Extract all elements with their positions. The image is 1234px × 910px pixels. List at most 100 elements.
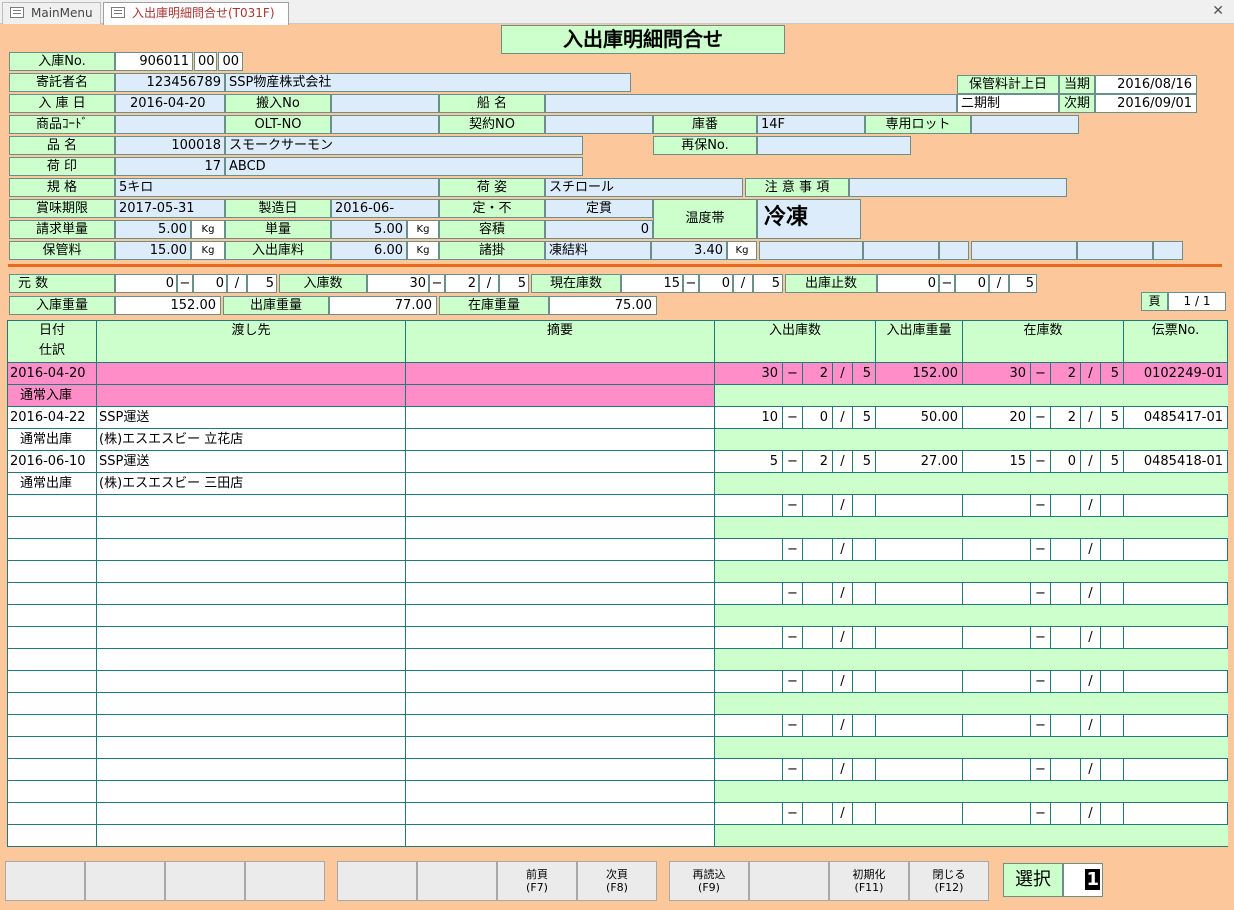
table-row[interactable]: − / − / [8, 539, 1228, 561]
table-row[interactable]: − / − / [8, 759, 1228, 781]
dest-cell [97, 627, 406, 648]
table-row[interactable]: 2016-04-20 30−2/5 152.00 30−2/5 0102249-01 [8, 363, 1228, 385]
page-title: 入出庫明細問合せ [501, 25, 785, 54]
table-row[interactable]: − / − / [8, 803, 1228, 825]
btn-blank-4[interactable] [245, 861, 325, 901]
table-row[interactable]: 2016-06-10 SSP運送 5−2/5 27.00 15−0/5 0485418-0… [8, 451, 1228, 473]
nijirushi-no-field[interactable]: 17 [115, 157, 225, 176]
table-row[interactable]: − / − / [8, 671, 1228, 693]
table-row-sub[interactable] [8, 693, 1228, 715]
label-shukko-juryo: 出庫重量 [223, 296, 329, 315]
shokake-name-field[interactable]: 凍結料 [545, 241, 651, 260]
label-tei-fu: 定・不 [439, 199, 545, 218]
tanryo-field[interactable]: 5.00 [331, 220, 407, 239]
btn-blank-2[interactable] [85, 861, 165, 901]
btn-blank-1[interactable] [5, 861, 85, 901]
date-cell: 2016-04-20 [8, 363, 97, 384]
saiho-no-field[interactable] [757, 136, 911, 155]
next-page-button[interactable]: 次頁 (F8) [577, 861, 657, 901]
table-row-sub[interactable] [8, 517, 1228, 539]
close-button[interactable]: 閉じる (F12) [909, 861, 989, 901]
close-icon[interactable]: ✕ [1212, 3, 1224, 19]
nyuko-no2-field[interactable]: 00 [194, 52, 217, 71]
document-tabs: MainMenu 入出庫明細問合せ(T031F) ✕ [0, 0, 1234, 25]
table-row-sub[interactable] [8, 649, 1228, 671]
extra-field-6[interactable] [1153, 241, 1183, 260]
keiyaku-no-field[interactable] [545, 115, 653, 134]
table-row-sub[interactable] [8, 561, 1228, 583]
shohin-code-field[interactable] [115, 115, 225, 134]
prev-page-button[interactable]: 前頁 (F7) [497, 861, 577, 901]
shiwake-cell [8, 517, 97, 538]
hinmei-field[interactable]: スモークサーモン [225, 136, 583, 155]
btn-blank-5[interactable] [337, 861, 417, 901]
seizo-field[interactable]: 2016-06- [331, 199, 439, 218]
jiki-date-field[interactable]: 2016/09/01 [1095, 94, 1197, 113]
select-input[interactable]: 1 [1063, 863, 1103, 897]
senyo-lot-field[interactable] [971, 115, 1079, 134]
slash-cell: / [833, 759, 853, 780]
seikyu-tanryo-field[interactable]: 5.00 [115, 220, 191, 239]
ondotai-field[interactable]: 冷凍 [757, 199, 861, 239]
extra-field-4[interactable] [971, 241, 1077, 260]
kitakusha-code-field[interactable]: 123456789 [115, 73, 225, 92]
tab-current-form[interactable]: 入出庫明細問合せ(T031F) [103, 2, 289, 25]
chui-field[interactable] [849, 178, 1067, 197]
su-b-cell [803, 583, 833, 604]
reload-button[interactable]: 再読込 (F9) [669, 861, 749, 901]
funame-field[interactable] [545, 94, 957, 113]
table-row[interactable]: − / − / [8, 495, 1228, 517]
table-row-sub[interactable] [8, 825, 1228, 847]
su-b-cell [803, 627, 833, 648]
label-toki: 当期 [1059, 75, 1095, 94]
nyuko-no3-field[interactable]: 00 [218, 52, 243, 71]
table-row-sub[interactable] [8, 781, 1228, 803]
hinmei-code-field[interactable]: 100018 [115, 136, 225, 155]
table-row-sub[interactable]: 通常出庫 (株)エスエスビー 立花店 [8, 429, 1228, 451]
extra-field-3[interactable] [939, 241, 969, 260]
tekiyo2-cell [406, 825, 715, 846]
btn-blank-3[interactable] [165, 861, 245, 901]
hannyu-no-field[interactable] [331, 94, 439, 113]
extra-field-2[interactable] [863, 241, 939, 260]
shomi-field[interactable]: 2017-05-31 [115, 199, 225, 218]
kitakusha-name-field[interactable]: SSP物産株式会社 [225, 73, 631, 92]
table-row[interactable]: − / − / [8, 583, 1228, 605]
extra-field-1[interactable] [759, 241, 863, 260]
koban-field[interactable]: 14F [757, 115, 865, 134]
nijirushi-field[interactable]: ABCD [225, 157, 583, 176]
zaiko-a-cell [963, 495, 1031, 516]
table-row-sub[interactable] [8, 737, 1228, 759]
nisugata-field[interactable]: スチロール [545, 178, 743, 197]
header-su: 入出庫数 [715, 321, 876, 362]
table-row[interactable]: − / − / [8, 715, 1228, 737]
toki-date-field[interactable]: 2016/08/16 [1095, 75, 1197, 94]
nyushukko-ryo-field[interactable]: 6.00 [331, 241, 407, 260]
table-row-sub[interactable] [8, 605, 1228, 627]
page-indicator: 1 / 1 [1168, 292, 1226, 311]
hokanryo-field[interactable]: 15.00 [115, 241, 191, 260]
yoseki-field[interactable]: 0 [545, 220, 653, 239]
btn-blank-7[interactable] [749, 861, 829, 901]
slash-cell: / [833, 627, 853, 648]
zaiko-b-cell [1051, 759, 1081, 780]
table-row-sub[interactable]: 通常入庫 [8, 385, 1228, 407]
tei-fu-field[interactable]: 定貫 [545, 199, 653, 218]
su-b-cell: 0 [803, 407, 833, 428]
tab-mainmenu[interactable]: MainMenu [2, 2, 101, 24]
dest-cell [97, 363, 406, 384]
kikaku-field[interactable]: 5キロ [115, 178, 439, 197]
extra-field-5[interactable] [1077, 241, 1153, 260]
zaiko-c-cell [1101, 627, 1124, 648]
label-olt-no: OLT-NO [225, 115, 331, 134]
table-row[interactable]: 2016-04-22 SSP運送 10−0/5 50.00 20−2/5 0485417-… [8, 407, 1228, 429]
table-row[interactable]: − / − / [8, 627, 1228, 649]
nyuko-date-field[interactable]: 2016-04-20 [115, 94, 225, 113]
nyuko-no-field[interactable]: 906011 [115, 52, 193, 71]
init-button[interactable]: 初期化 (F11) [829, 861, 909, 901]
btn-blank-6[interactable] [417, 861, 497, 901]
olt-no-field[interactable] [331, 115, 439, 134]
zaiko-b-cell [1051, 583, 1081, 604]
table-row-sub[interactable]: 通常出庫 (株)エスエスビー 三田店 [8, 473, 1228, 495]
shokake-value-field[interactable]: 3.40 [651, 241, 727, 260]
